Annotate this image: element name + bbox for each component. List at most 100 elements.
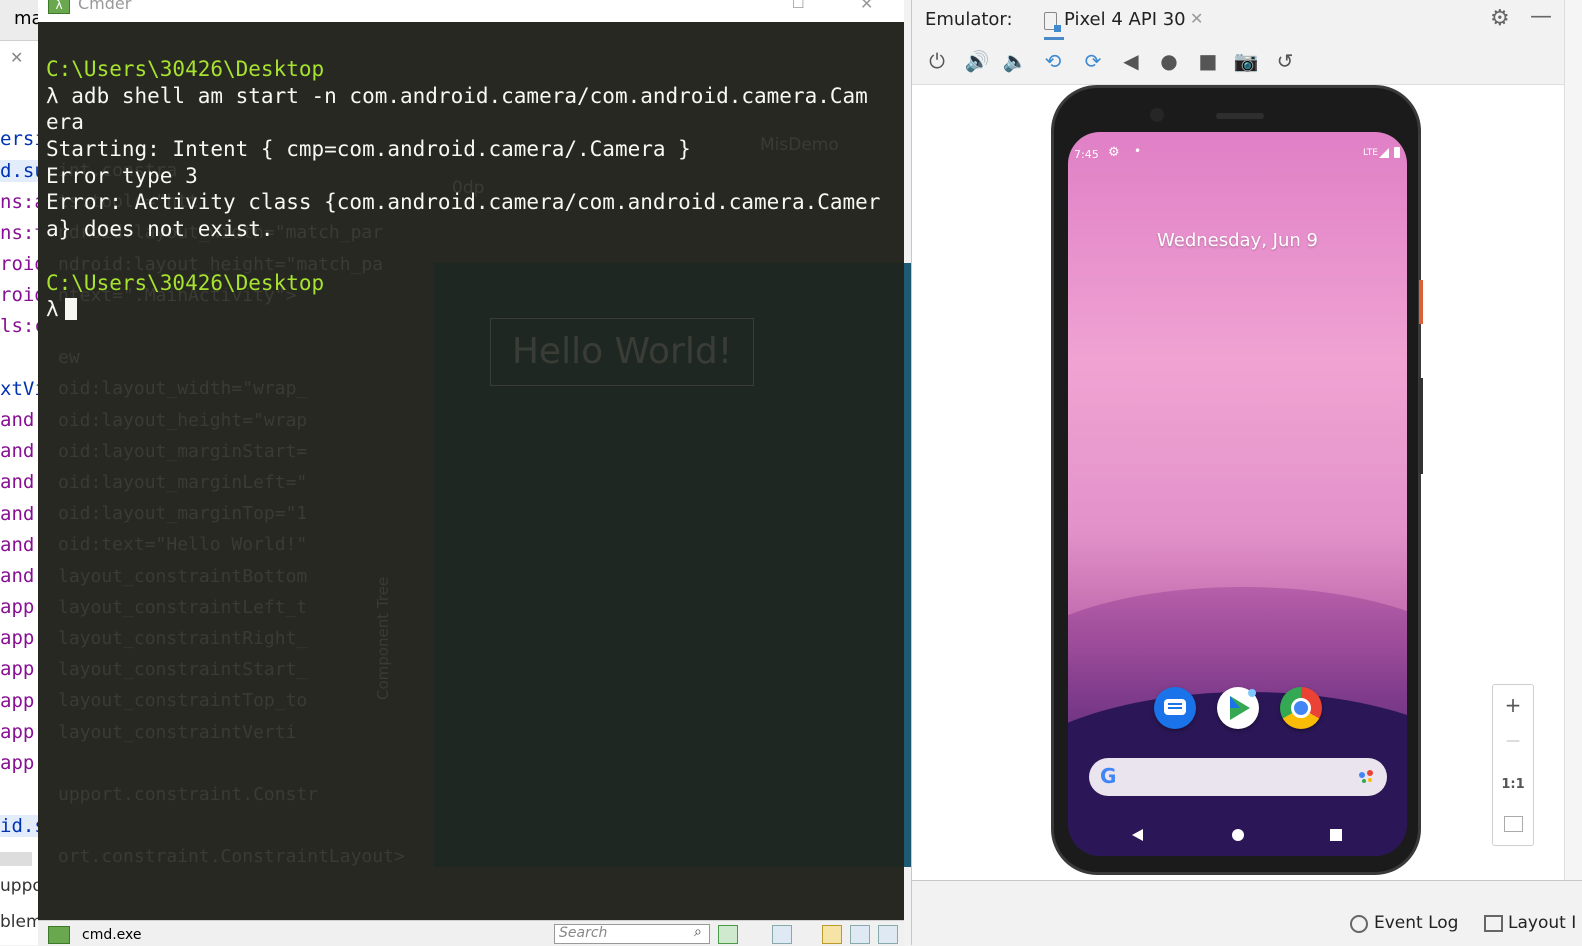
- emulator-panel: Emulator: Pixel 4 API 30 ✕ ⚙ — ⏻ 🔊 🔈 ⟲ ⟳ ◀ ● ■ 📷…: [912, 0, 1564, 880]
- volume-down-icon[interactable]: 🔈: [1000, 48, 1030, 74]
- ghost-code-line: oid:layout_width="wrap_: [58, 378, 308, 400]
- prompt-symbol: λ: [46, 297, 59, 322]
- camera-icon[interactable]: 📷: [1231, 48, 1261, 74]
- ide-code-fragment: roid: [0, 284, 40, 306]
- cmder-statusbar: cmd.exe Search ⌕: [38, 920, 904, 946]
- ghost-component-tree-label: Component Tree: [374, 576, 392, 700]
- text-cursor: [64, 298, 77, 321]
- ghost-code-line: upport.constraint.Constr: [58, 784, 319, 805]
- emulator-scrollbar[interactable]: [1564, 0, 1582, 880]
- snapshot-icon[interactable]: ↺: [1270, 48, 1300, 74]
- notification-dot-icon: •: [1134, 144, 1142, 158]
- cmd-tab-icon[interactable]: [48, 926, 70, 944]
- cmder-window[interactable]: λ Cmder ☐ ✕ Hello World! MisDemo 0dp Com…: [38, 0, 904, 946]
- terminal-line: Error: Activity class {com.android.camer…: [46, 190, 881, 215]
- volume-up-icon[interactable]: 🔊: [962, 48, 992, 74]
- ide-accent-separator: [904, 263, 911, 867]
- zoom-fit-icon[interactable]: [1504, 816, 1523, 832]
- device-screen[interactable]: 7:45 ⚙ • LTE Wednesday, Jun 9 G: [1068, 132, 1407, 856]
- ide-tab-strip: ma: [0, 0, 40, 41]
- volume-side-button[interactable]: [1419, 378, 1423, 474]
- ide-bottom-label-problems[interactable]: blems: [0, 912, 40, 932]
- play-store-app-icon[interactable]: [1217, 687, 1259, 729]
- ide-code-fragment: and: [0, 503, 35, 525]
- settings-notification-icon: ⚙: [1108, 145, 1120, 160]
- home-date[interactable]: Wednesday, Jun 9: [1068, 230, 1407, 251]
- ide-tab-label[interactable]: ma: [14, 8, 40, 29]
- gear-icon[interactable]: ⚙: [1490, 6, 1510, 31]
- ide-code-fragment: app: [0, 690, 35, 712]
- layout-inspector-icon: [1484, 915, 1503, 932]
- ide-code-fragment: and: [0, 534, 35, 556]
- back-icon[interactable]: ◀: [1116, 48, 1146, 74]
- cmder-title: Cmder: [78, 0, 132, 13]
- ide-bottom-label-support: uppo: [0, 876, 40, 896]
- ide-code-fragment: and: [0, 440, 35, 462]
- ghost-code-line: oid:layout_marginTop="1: [58, 503, 308, 525]
- ghost-hello-world: Hello World!: [490, 318, 754, 386]
- device-tab[interactable]: Pixel 4 API 30 ✕: [1044, 0, 1203, 40]
- terminal-path-line: C:\Users\30426\Desktop: [46, 270, 325, 295]
- messages-app-icon[interactable]: [1154, 687, 1196, 729]
- ghost-code-line: layout_constraintLeft_t: [58, 596, 308, 618]
- new-console-icon[interactable]: [718, 925, 738, 944]
- layout-inspector-button[interactable]: Layout I: [1508, 913, 1576, 933]
- status-time: 7:45: [1074, 148, 1099, 161]
- menu-icon[interactable]: [878, 925, 898, 944]
- ghost-code-line: oid:layout_marginLeft=": [58, 472, 308, 493]
- ide-code-fragment: app: [0, 596, 35, 618]
- emulator-toolbar: ⏻ 🔊 🔈 ⟲ ⟳ ◀ ● ■ 📷 ↺: [912, 40, 1564, 85]
- terminal-line: λ adb shell am start -n com.android.came…: [46, 83, 868, 108]
- split-view-icon[interactable]: [772, 925, 792, 944]
- network-type: LTE: [1363, 148, 1378, 158]
- ghost-code-line: oid:text="Hello World!": [58, 534, 308, 556]
- event-log-button[interactable]: Event Log: [1374, 913, 1458, 933]
- ide-code-fragment: ns:a: [0, 191, 40, 213]
- nav-back-icon[interactable]: [1132, 829, 1143, 841]
- terminal-line: a} does not exist.: [46, 217, 274, 242]
- maximize-icon[interactable]: ☐: [792, 0, 805, 12]
- panel-layout-icon[interactable]: [850, 925, 870, 944]
- nav-home-icon[interactable]: [1232, 829, 1244, 841]
- ide-code-fragment: d.su: [0, 160, 40, 182]
- rotate-right-icon[interactable]: ⟳: [1078, 48, 1108, 74]
- phone-frame: 7:45 ⚙ • LTE Wednesday, Jun 9 G: [1051, 85, 1421, 875]
- cmder-search-input[interactable]: Search: [554, 924, 710, 944]
- cmder-app-icon: λ: [48, 0, 70, 14]
- assistant-icon[interactable]: [1359, 770, 1375, 784]
- ide-editor-background: ma ✕ ersi d.su ns:a ns:t roid roid ls:c xtVi and…: [0, 0, 40, 945]
- power-icon[interactable]: ⏻: [922, 48, 952, 74]
- zoom-actual-size[interactable]: 1:1: [1493, 777, 1533, 792]
- ide-tab-close-icon[interactable]: ✕: [10, 48, 23, 67]
- chrome-app-icon[interactable]: [1280, 687, 1322, 729]
- rotate-left-icon[interactable]: ⟲: [1038, 48, 1068, 74]
- earpiece-speaker: [1216, 113, 1264, 119]
- cmd-tab-label[interactable]: cmd.exe: [82, 927, 142, 943]
- power-side-button[interactable]: [1419, 280, 1423, 324]
- cmder-titlebar[interactable]: λ Cmder ☐ ✕: [38, 0, 904, 22]
- ide-code-fragment: app: [0, 721, 35, 743]
- ide-horizontal-scrollbar[interactable]: [0, 852, 32, 866]
- home-icon[interactable]: ●: [1154, 48, 1184, 74]
- terminal-output[interactable]: C:\Users\30426\Desktop λ adb shell am sta…: [46, 56, 902, 323]
- ide-bottom-bar: Event Log Layout I: [912, 880, 1582, 946]
- nav-recents-icon[interactable]: [1330, 829, 1342, 841]
- ide-code-fragment: ns:t: [0, 222, 40, 244]
- ide-code-fragment: and: [0, 471, 35, 493]
- ghost-code-line: layout_constraintRight_: [58, 628, 308, 649]
- lock-icon[interactable]: [822, 925, 842, 944]
- terminal-line: Error type 3: [46, 163, 198, 188]
- search-icon[interactable]: ⌕: [694, 924, 702, 940]
- zoom-in-icon[interactable]: +: [1493, 693, 1533, 717]
- google-search-bar[interactable]: G: [1089, 758, 1387, 796]
- ide-code-fragment: and: [0, 409, 35, 431]
- ghost-code-line: layout_constraintVerti: [58, 721, 297, 743]
- close-icon[interactable]: ✕: [1190, 9, 1203, 28]
- minimize-icon[interactable]: —: [1530, 4, 1552, 29]
- ide-code-fragment: xtVi: [0, 378, 40, 400]
- ghost-code-line: layout_constraintStart_: [58, 659, 308, 681]
- close-icon[interactable]: ✕: [860, 0, 873, 13]
- terminal-prompt-line[interactable]: λ: [46, 296, 902, 323]
- zoom-out-icon[interactable]: —: [1493, 733, 1533, 749]
- overview-icon[interactable]: ■: [1193, 48, 1223, 74]
